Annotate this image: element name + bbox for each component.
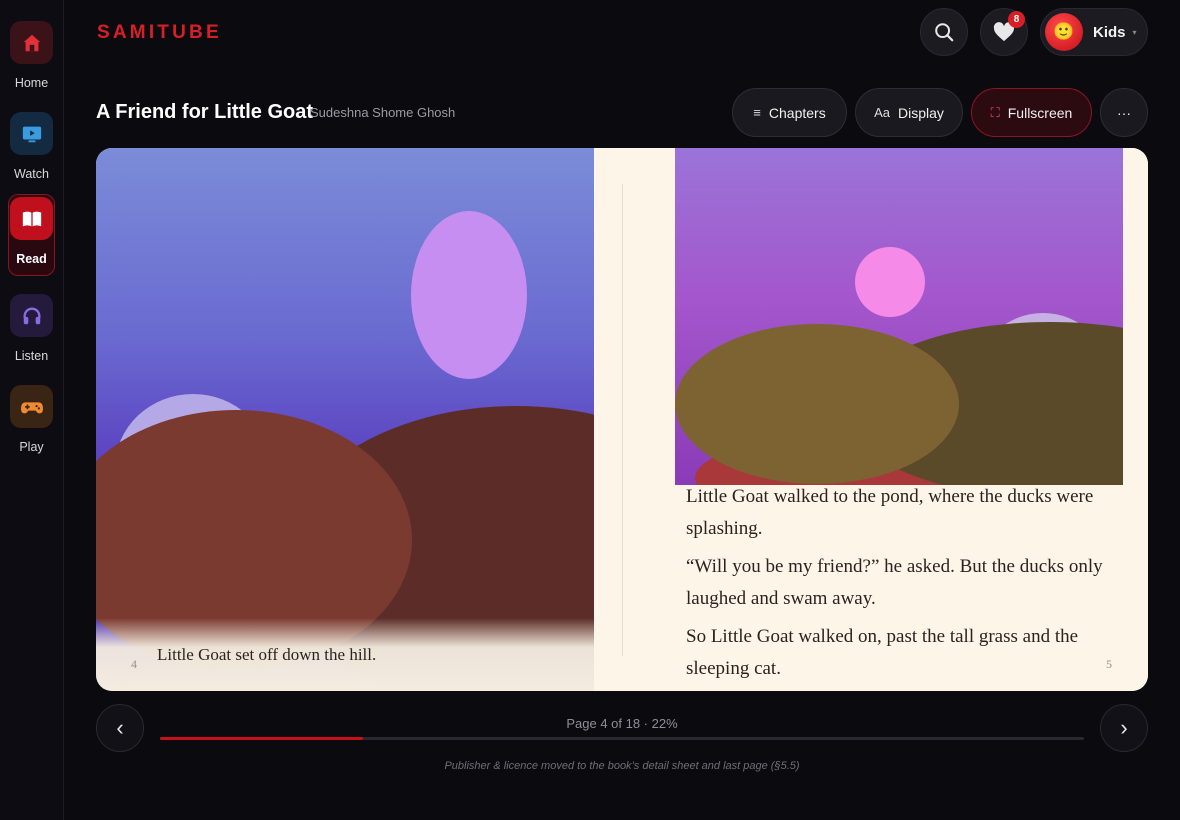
- more-options-button[interactable]: ···: [1100, 88, 1148, 137]
- story-paragraph: Little Goat walked to the pond, where th…: [686, 486, 1094, 539]
- chevron-left-icon: ‹: [116, 715, 124, 740]
- book-spread[interactable]: 4 Little Goat set off down the hill. Lit…: [96, 148, 1148, 691]
- page-progress-text: Page 4 of 18 · 22%: [566, 716, 678, 731]
- page-illustration: [675, 148, 1123, 485]
- book-icon: [10, 197, 53, 240]
- page-gutter: [622, 184, 623, 656]
- story-text: Little Goat walked to the pond, where th…: [686, 481, 1116, 691]
- logo[interactable]: SAMITUBE: [97, 22, 222, 44]
- sidebar-item-label: Listen: [14, 349, 49, 363]
- fullscreen-icon: ⛶: [990, 104, 1000, 120]
- text-size-icon: Aa: [874, 105, 890, 120]
- chevron-right-icon: ›: [1120, 715, 1128, 740]
- profile-name: Kids: [1093, 23, 1126, 41]
- story-paragraph: So Little Goat walked on, past the tall …: [686, 626, 1079, 679]
- list-icon: ≡: [753, 105, 761, 120]
- left-page: 4 Little Goat set off down the hill.: [96, 148, 594, 691]
- page-number-left: 4: [131, 657, 137, 671]
- display-label: Display: [898, 104, 944, 121]
- next-page-button[interactable]: ›: [1100, 704, 1148, 752]
- sidebar-item-play[interactable]: Play: [8, 385, 55, 454]
- display-button[interactable]: Aa Display: [855, 88, 963, 137]
- headphones-icon: [10, 294, 53, 337]
- previous-page-button[interactable]: ‹: [96, 704, 144, 752]
- progress-bar[interactable]: [160, 737, 1084, 740]
- sidebar-item-watch[interactable]: Watch: [8, 112, 55, 181]
- tv-icon: [10, 112, 53, 155]
- sidebar-item-home[interactable]: Home: [8, 21, 55, 90]
- page-number-right: 5: [1106, 657, 1112, 671]
- book-author[interactable]: Sudeshna Shome Ghosh: [310, 105, 455, 120]
- search-icon: [935, 23, 954, 42]
- chevron-down-icon: ▾: [1132, 27, 1137, 37]
- sidebar-item-listen[interactable]: Listen: [8, 294, 55, 363]
- story-paragraph: “Will you be my friend?” he asked. But t…: [686, 556, 1103, 609]
- footnote: Publisher & licence moved to the book’s …: [444, 760, 800, 772]
- chapters-button[interactable]: ≡ Chapters: [732, 88, 847, 137]
- search-button[interactable]: [920, 8, 968, 56]
- avatar: 🙂: [1045, 13, 1083, 51]
- fullscreen-button[interactable]: ⛶ Fullscreen: [971, 88, 1092, 137]
- sidebar-item-label: Watch: [14, 167, 49, 181]
- more-icon: ···: [1117, 104, 1131, 121]
- page-caption: Little Goat set off down the hill.: [157, 645, 377, 664]
- home-icon: [10, 21, 53, 64]
- progress-fill: [160, 737, 364, 740]
- chapters-label: Chapters: [768, 104, 826, 121]
- favorites-count-badge: 8: [1008, 11, 1025, 28]
- sidebar-item-label: Read: [16, 252, 47, 266]
- page-illustration: [96, 211, 594, 691]
- gamepad-icon: [10, 385, 53, 428]
- sidebar-item-read[interactable]: Read: [8, 194, 55, 276]
- sidebar-item-label: Play: [19, 440, 44, 454]
- sidebar-item-label: Home: [14, 76, 49, 90]
- profile-switcher[interactable]: 🙂 Kids ▾: [1040, 8, 1148, 56]
- favorites-button[interactable]: 8: [980, 8, 1028, 56]
- fullscreen-label: Fullscreen: [1007, 104, 1073, 121]
- book-title: A Friend for Little Goat: [96, 101, 314, 123]
- right-page: Little Goat walked to the pond, where th…: [594, 148, 1148, 691]
- sidebar: Home Watch Read Listen Play: [0, 0, 64, 820]
